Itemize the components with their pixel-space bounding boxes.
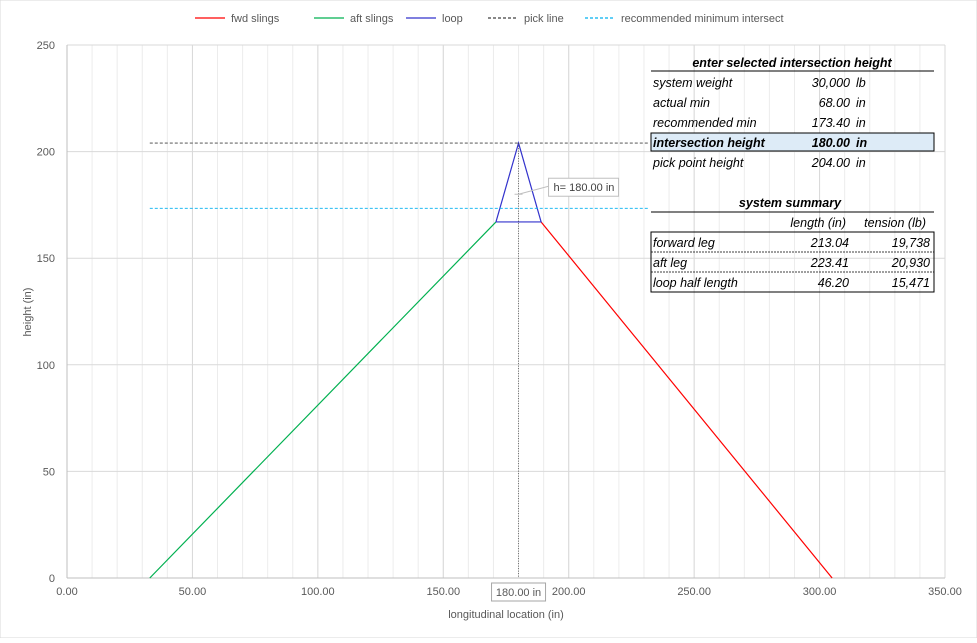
y-tick-label: 100 xyxy=(37,360,55,372)
row-unit-actual-min: in xyxy=(856,96,866,110)
row-value-recommended-min: 173.40 xyxy=(812,116,850,130)
y-tick-label: 0 xyxy=(49,573,55,585)
y-axis-title: height (in) xyxy=(22,288,34,337)
row-label-system-weight: system weight xyxy=(653,76,733,90)
summary-length-aft-leg: 223.41 xyxy=(810,256,849,270)
row-value-intersection-height[interactable]: 180.00 xyxy=(812,136,850,150)
y-tick-label: 50 xyxy=(43,466,55,478)
row-label-intersection-height: intersection height xyxy=(653,136,766,150)
legend-label: pick line xyxy=(524,13,564,25)
summary-length-loop-half-length: 46.20 xyxy=(818,276,849,290)
x-tick-label: 250.00 xyxy=(677,586,711,598)
legend-label: fwd slings xyxy=(231,13,280,25)
legend-label: recommended minimum intersect xyxy=(621,13,784,25)
x-tick-label: 300.00 xyxy=(803,586,837,598)
x-tick-label: 150.00 xyxy=(426,586,460,598)
x-tick-label: 0.00 xyxy=(56,586,77,598)
row-value-system-weight[interactable]: 30,000 xyxy=(812,76,850,90)
summary-length-forward-leg: 213.04 xyxy=(810,236,849,250)
y-tick-label: 250 xyxy=(37,40,55,52)
summary-label-loop-half-length: loop half length xyxy=(653,276,738,290)
height-callout-label: h= 180.00 in xyxy=(554,182,615,194)
legend-label: loop xyxy=(442,13,463,25)
summary-tension-forward-leg: 19,738 xyxy=(892,236,930,250)
y-tick-label: 150 xyxy=(37,253,55,265)
x-tick-label: 200.00 xyxy=(552,586,586,598)
summary-tension-aft-leg: 20,930 xyxy=(891,256,930,270)
summary-label-forward-leg: forward leg xyxy=(653,236,715,250)
legend-label: aft slings xyxy=(350,13,394,25)
input-table-title: enter selected intersection height xyxy=(692,56,892,70)
summary-col-tension: tension (lb) xyxy=(864,216,926,230)
row-label-pick-point-height: pick point height xyxy=(652,156,744,170)
row-value-pick-point-height: 204.00 xyxy=(811,156,850,170)
row-label-recommended-min: recommended min xyxy=(653,116,757,130)
x-marker-label: 180.00 in xyxy=(496,587,541,599)
row-unit-system-weight: lb xyxy=(856,76,866,90)
row-unit-recommended-min: in xyxy=(856,116,866,130)
x-axis-title: longitudinal location (in) xyxy=(448,609,564,621)
summary-label-aft-leg: aft leg xyxy=(653,256,687,270)
sling-geometry-chart: 0.00 50.00 100.00 150.00 200.00 250.00 300.00 3… xyxy=(0,0,977,639)
summary-table-title: system summary xyxy=(739,196,842,210)
chart-canvas: 0.00 50.00 100.00 150.00 200.00 250.00 300.00 3… xyxy=(0,0,977,639)
row-value-actual-min: 68.00 xyxy=(819,96,850,110)
y-tick-label: 200 xyxy=(37,147,55,159)
row-unit-intersection-height: in xyxy=(856,136,867,150)
row-unit-pick-point-height: in xyxy=(856,156,866,170)
x-tick-label: 50.00 xyxy=(179,586,207,598)
summary-tension-loop-half-length: 15,471 xyxy=(892,276,930,290)
summary-col-length: length (in) xyxy=(790,216,846,230)
row-label-actual-min: actual min xyxy=(653,96,710,110)
x-tick-label: 350.00 xyxy=(928,586,962,598)
x-tick-label: 100.00 xyxy=(301,586,335,598)
